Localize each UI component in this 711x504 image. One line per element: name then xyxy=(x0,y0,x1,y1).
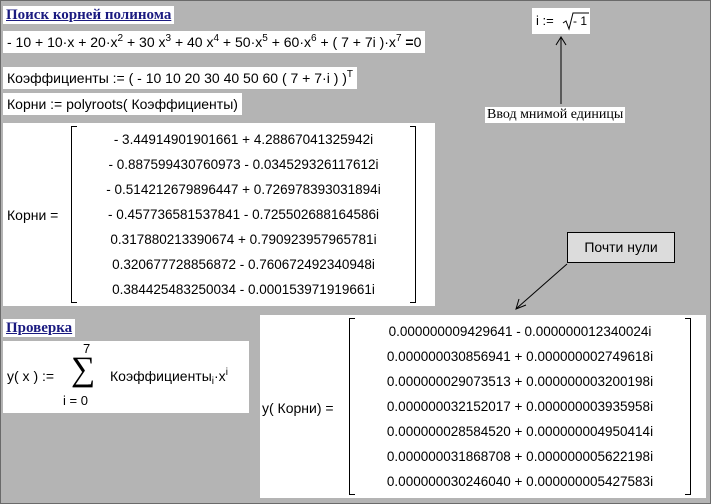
check-matrix-rows: 0.000000009429641 - 0.000000012340024i 0.… xyxy=(350,318,690,494)
near-zero-callout[interactable]: Почти нули xyxy=(567,232,675,263)
matrix-row: 0.000000030246040 + 0.000000005427583i xyxy=(386,474,654,489)
sum-body-name: Коэффициенты xyxy=(110,368,212,384)
arrow-diagonal-icon xyxy=(515,263,568,310)
sum-symbol-icon: ∑ xyxy=(71,351,96,388)
roots-definition-text: Корни := polyroots( Коэффициенты) xyxy=(7,96,238,112)
imag-unit-radicand: - 1 xyxy=(573,14,588,28)
sum-body: Коэффициентыi·xi xyxy=(110,367,228,387)
sum-lower-limit: i = 0 xyxy=(63,393,88,408)
imag-unit-left: i := xyxy=(536,13,554,28)
matrix-row: 0.317880213390674 + 0.790923957965781i xyxy=(110,232,377,247)
bracket-corner xyxy=(410,302,415,303)
matrix-row: - 3.44914901901661 + 4.28867041325942i xyxy=(113,132,374,147)
sum-power: i xyxy=(225,367,228,378)
matrix-row: 0.000000031868708 + 0.000000005622198i xyxy=(386,449,654,464)
polynomial-equation-text: - 10 + 10·x + 20·x2 + 30 x3 + 40 x4 + 50… xyxy=(3,31,425,53)
eq-part: + 40 x xyxy=(171,34,214,50)
imag-unit-definition[interactable]: i := - 1 xyxy=(532,8,590,34)
eq-part: + 60·x xyxy=(267,34,312,50)
matrix-row: - 0.514212679896447 + 0.726978393031894i xyxy=(106,182,381,197)
roots-matrix: - 3.44914901901661 + 4.28867041325942i - … xyxy=(71,126,416,303)
matrix-row: 0.000000028584520 + 0.000000004950414i xyxy=(386,424,654,439)
sum-x: ·x xyxy=(214,368,226,384)
arrow-up-icon xyxy=(555,36,567,104)
imag-unit-callout[interactable]: Ввод мнимой единицы xyxy=(485,107,626,123)
check-result-label: y( Корни) = xyxy=(262,400,334,416)
transpose-mark: T xyxy=(346,69,354,80)
function-definition[interactable]: y( x ) := 7 ∑ i = 0 Коэффициентыi·xi xyxy=(3,341,249,413)
bracket-corner xyxy=(685,494,690,495)
bracket-corner xyxy=(72,302,77,303)
coefficients-definition[interactable]: Коэффициенты := ( - 10 10 20 30 40 50 60… xyxy=(3,67,358,89)
eq-part: - 10 + 10·x + 20·x xyxy=(7,34,118,50)
eq-part: + ( 7 + 7i )·x xyxy=(316,34,396,50)
check-matrix: 0.000000009429641 - 0.000000012340024i 0.… xyxy=(349,318,691,495)
roots-result[interactable]: Корни = - 3.44914901901661 + 4.288670413… xyxy=(3,123,435,306)
coefficients-definition-text: Коэффициенты := ( - 10 10 20 30 40 50 60… xyxy=(3,67,357,89)
eq-bold-equals: = xyxy=(401,34,414,50)
matrix-row: 0.000000029073513 + 0.000000003200198i xyxy=(386,374,654,389)
check-result[interactable]: y( Корни) = 0.000000009429641 - 0.000000… xyxy=(260,315,706,498)
eq-rhs: 0 xyxy=(413,34,422,50)
matrix-row: 0.320677728856872 - 0.760672492340948i xyxy=(112,257,375,272)
roots-definition[interactable]: Корни := polyroots( Коэффициенты) xyxy=(3,93,242,115)
matrix-row: 0.384425483250034 - 0.000153971919661i xyxy=(112,282,375,297)
polynomial-equation[interactable]: - 10 + 10·x + 20·x2 + 30 x3 + 40 x4 + 50… xyxy=(3,31,426,53)
coefficients-expr: Коэффициенты := ( - 10 10 20 30 40 50 60… xyxy=(7,70,347,86)
matrix-row: 0.000000032152017 + 0.000000003935958i xyxy=(386,399,654,414)
roots-matrix-rows: - 3.44914901901661 + 4.28867041325942i - … xyxy=(72,126,415,302)
mathcad-worksheet[interactable]: Поиск корней полинома - 10 + 10·x + 20·x… xyxy=(0,0,711,504)
section-title-roots[interactable]: Поиск корней полинома xyxy=(3,6,175,24)
section-title-check-text: Проверка xyxy=(6,320,73,336)
matrix-row: - 0.887599430760973 - 0.034529326117612i xyxy=(108,157,379,172)
eq-part: + 50·x xyxy=(219,34,263,50)
matrix-row: - 0.457736581537841 - 0.725502688164586i xyxy=(107,207,379,222)
matrix-row: 0.000000030856941 + 0.000000002749618i xyxy=(386,349,654,364)
matrix-row: 0.000000009429641 - 0.000000012340024i xyxy=(388,324,652,339)
function-left: y( x ) := xyxy=(7,368,55,384)
section-title-check[interactable]: Проверка xyxy=(3,319,76,337)
roots-result-label: Корни = xyxy=(7,207,59,223)
eq-part: + 30 x xyxy=(123,34,166,50)
section-title-roots-text: Поиск корней полинома xyxy=(6,7,172,23)
bracket-corner xyxy=(350,494,355,495)
